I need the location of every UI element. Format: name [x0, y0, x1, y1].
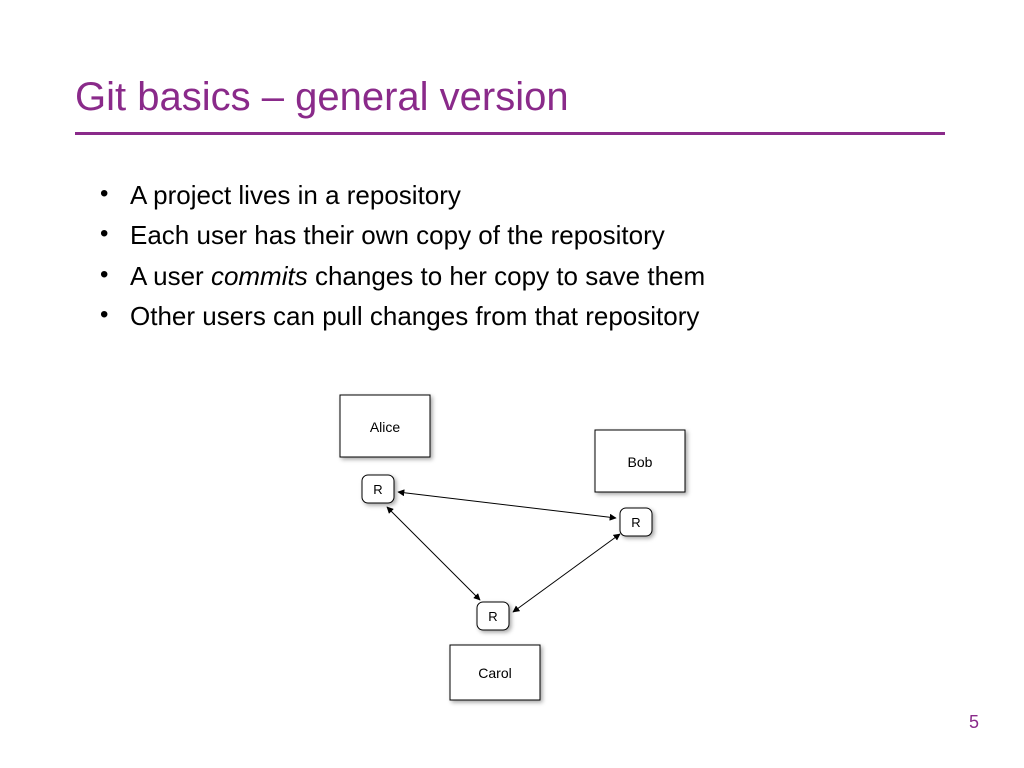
bullet-text: Other users can pull changes from that r… [130, 301, 699, 331]
repo-label: R [373, 482, 382, 497]
repo-diagram: Alice Bob Carol R R R [300, 390, 730, 710]
repo-label: R [631, 515, 640, 530]
bullet-text-post: changes to her copy to save them [308, 261, 705, 291]
bullet-item: A user commits changes to her copy to sa… [100, 256, 920, 296]
edge-alice-bob [398, 492, 616, 518]
edge-carol-bob [513, 534, 620, 612]
bullet-list: A project lives in a repository Each use… [100, 175, 920, 336]
user-label: Alice [370, 419, 401, 435]
bullet-item: Other users can pull changes from that r… [100, 296, 920, 336]
bullet-item: Each user has their own copy of the repo… [100, 215, 920, 255]
title-underline [75, 132, 945, 135]
bullet-text: A user [130, 261, 211, 291]
slide-title: Git basics – general version [75, 75, 569, 120]
user-label: Carol [478, 665, 511, 681]
bullet-item: A project lives in a repository [100, 175, 920, 215]
bullet-text: Each user has their own copy of the repo… [130, 220, 665, 250]
user-label: Bob [628, 454, 653, 470]
page-number: 5 [969, 712, 979, 733]
slide: Git basics – general version A project l… [0, 0, 1024, 768]
edge-alice-carol [387, 507, 480, 600]
repo-label: R [488, 609, 497, 624]
bullet-em: commits [211, 261, 308, 291]
bullet-text: A project lives in a repository [130, 180, 461, 210]
